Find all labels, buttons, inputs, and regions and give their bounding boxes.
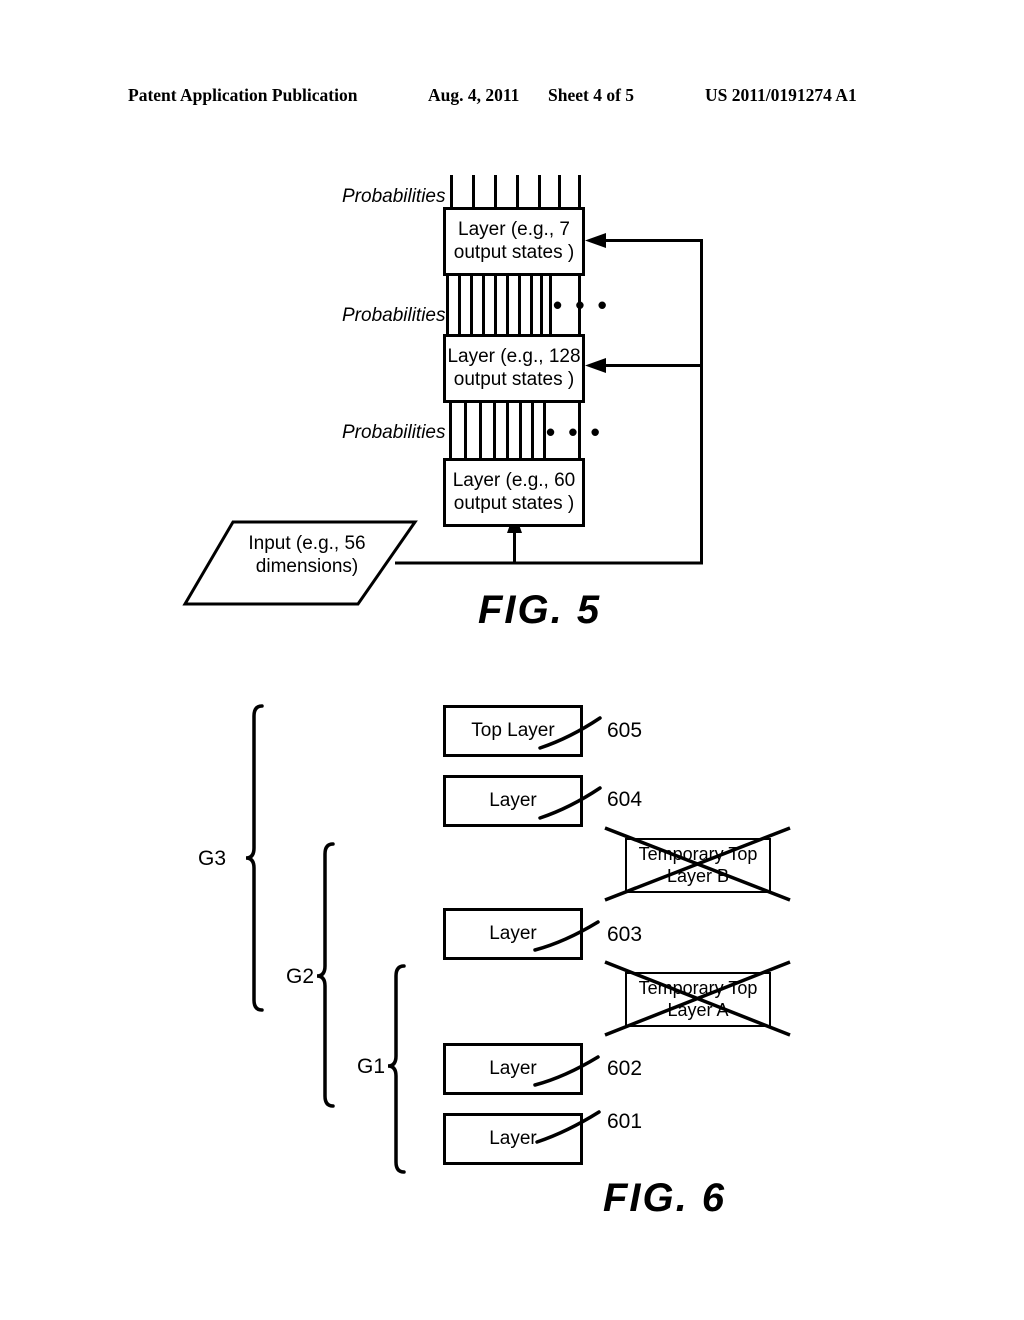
figure6-leader-lines-and-crosses (533, 716, 791, 1144)
figure-6: G3 G2 G1 Top Layer 605 Layer 604 Tempora… (0, 0, 1024, 1320)
